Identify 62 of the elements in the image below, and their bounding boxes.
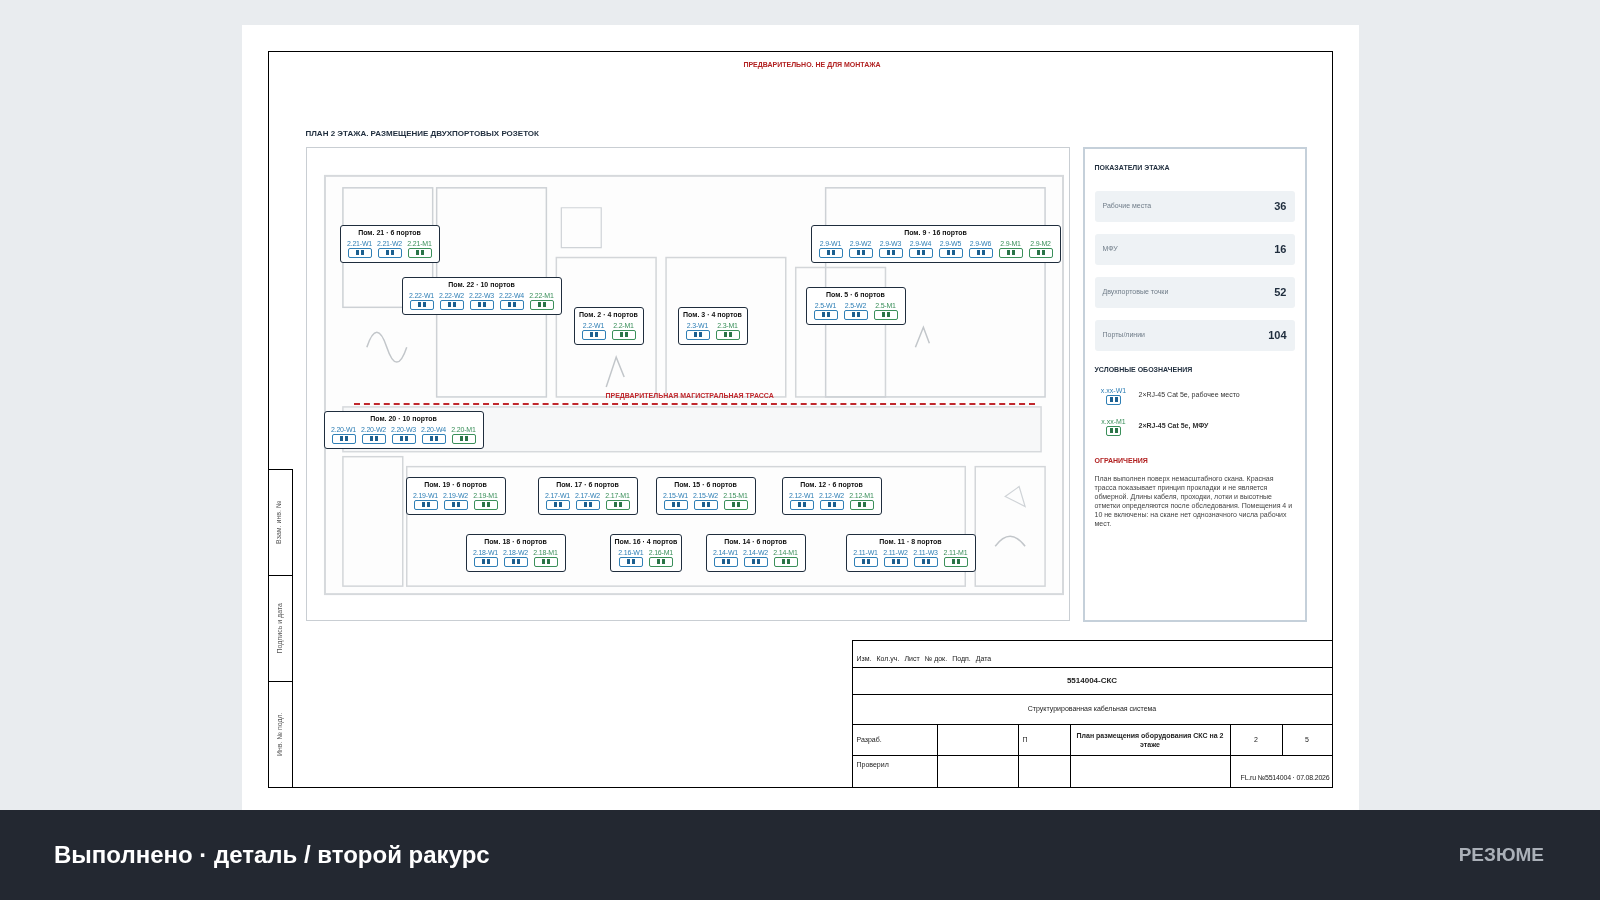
socket-icon <box>773 556 798 567</box>
socket-icon <box>1106 425 1121 436</box>
socket-icon <box>409 299 434 310</box>
socket-icon <box>843 309 868 320</box>
socket-icon <box>407 247 432 258</box>
socket-icon <box>648 556 673 567</box>
socket-icon <box>473 556 498 567</box>
stat-value: 36 <box>1274 199 1287 215</box>
stat-value: 16 <box>1274 242 1287 258</box>
socket-icon <box>743 556 768 567</box>
socket-icon <box>789 499 814 510</box>
socket-icon <box>443 499 468 510</box>
socket-icon <box>469 299 494 310</box>
socket-icon <box>998 247 1023 258</box>
socket-icon <box>391 433 416 444</box>
socket-icon <box>685 329 710 340</box>
socket-icon <box>377 247 402 258</box>
socket-icon <box>968 247 993 258</box>
socket-icon <box>908 247 933 258</box>
summary-link[interactable]: РЕЗЮМЕ <box>1458 840 1544 870</box>
socket-icon <box>533 556 558 567</box>
socket-icon <box>713 556 738 567</box>
socket-icon <box>575 499 600 510</box>
socket-icon <box>413 499 438 510</box>
socket-icon <box>347 247 372 258</box>
socket-icon <box>693 499 718 510</box>
socket-icon <box>439 299 464 310</box>
socket-icon <box>421 433 446 444</box>
socket-icon <box>581 329 606 340</box>
socket-icon <box>938 247 963 258</box>
socket-icon <box>611 329 636 340</box>
socket-icon <box>848 247 873 258</box>
document-code: 5514004-СКС <box>1066 675 1118 687</box>
socket-icon <box>1106 394 1121 405</box>
socket-icon <box>853 556 878 567</box>
socket-icon <box>715 329 740 340</box>
socket-icon <box>878 247 903 258</box>
socket-icon <box>723 499 748 510</box>
socket-icon <box>873 309 898 320</box>
socket-icon <box>499 299 524 310</box>
stat-value: 52 <box>1274 285 1287 301</box>
socket-icon <box>883 556 908 567</box>
socket-icon <box>818 247 843 258</box>
socket-icon <box>605 499 630 510</box>
socket-icon <box>819 499 844 510</box>
socket-icon <box>618 556 643 567</box>
socket-icon <box>473 499 498 510</box>
socket-icon <box>1028 247 1053 258</box>
socket-icon <box>331 433 356 444</box>
socket-icon <box>503 556 528 567</box>
socket-icon <box>545 499 570 510</box>
socket-icon <box>361 433 386 444</box>
socket-icon <box>663 499 688 510</box>
socket-icon <box>943 556 968 567</box>
socket-icon <box>451 433 476 444</box>
footer-caption: Выполнено · деталь / второй ракурс <box>54 840 490 870</box>
socket-icon <box>529 299 554 310</box>
socket-icon <box>913 556 938 567</box>
socket-icon <box>813 309 838 320</box>
plan-title: ПЛАН 2 ЭТАЖА. РАЗМЕЩЕНИЕ ДВУХПОРТОВЫХ РОЗЕТОК <box>305 128 539 138</box>
socket-icon <box>849 499 874 510</box>
stat-value: 104 <box>1268 328 1287 344</box>
